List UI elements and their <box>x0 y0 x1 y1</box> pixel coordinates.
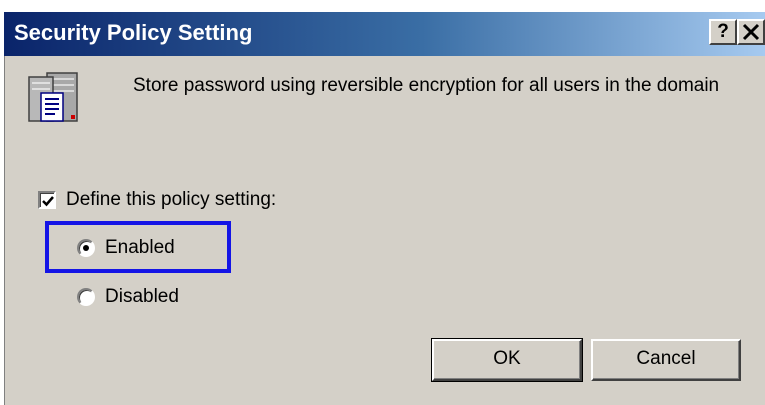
define-policy-checkbox-row[interactable]: Define this policy setting: <box>38 188 276 212</box>
radio-selected-dot <box>83 245 89 251</box>
close-icon <box>742 23 760 41</box>
policy-description: Store password using reversible encrypti… <box>133 75 720 96</box>
ok-button[interactable]: OK <box>431 338 583 382</box>
disabled-radio-row[interactable]: Disabled <box>77 285 179 309</box>
enabled-radio-row[interactable]: Enabled <box>77 236 175 260</box>
title-bar[interactable]: Security Policy Setting ? <box>4 12 765 56</box>
close-button[interactable] <box>737 19 765 45</box>
window-title: Security Policy Setting <box>14 20 253 45</box>
define-policy-checkbox[interactable] <box>38 191 56 209</box>
security-policy-dialog: Security Policy Setting ? Store password… <box>0 0 765 405</box>
checkmark-icon <box>42 196 54 207</box>
disabled-label: Disabled <box>105 286 179 307</box>
define-policy-label: Define this policy setting: <box>66 189 277 210</box>
policy-document-icon <box>28 72 78 122</box>
enabled-radio[interactable] <box>77 239 95 257</box>
dialog-body: Store password using reversible encrypti… <box>4 56 765 405</box>
enabled-label: Enabled <box>105 237 175 258</box>
help-button[interactable]: ? <box>709 19 737 45</box>
cancel-button[interactable]: Cancel <box>591 339 741 381</box>
disabled-radio[interactable] <box>77 288 95 306</box>
